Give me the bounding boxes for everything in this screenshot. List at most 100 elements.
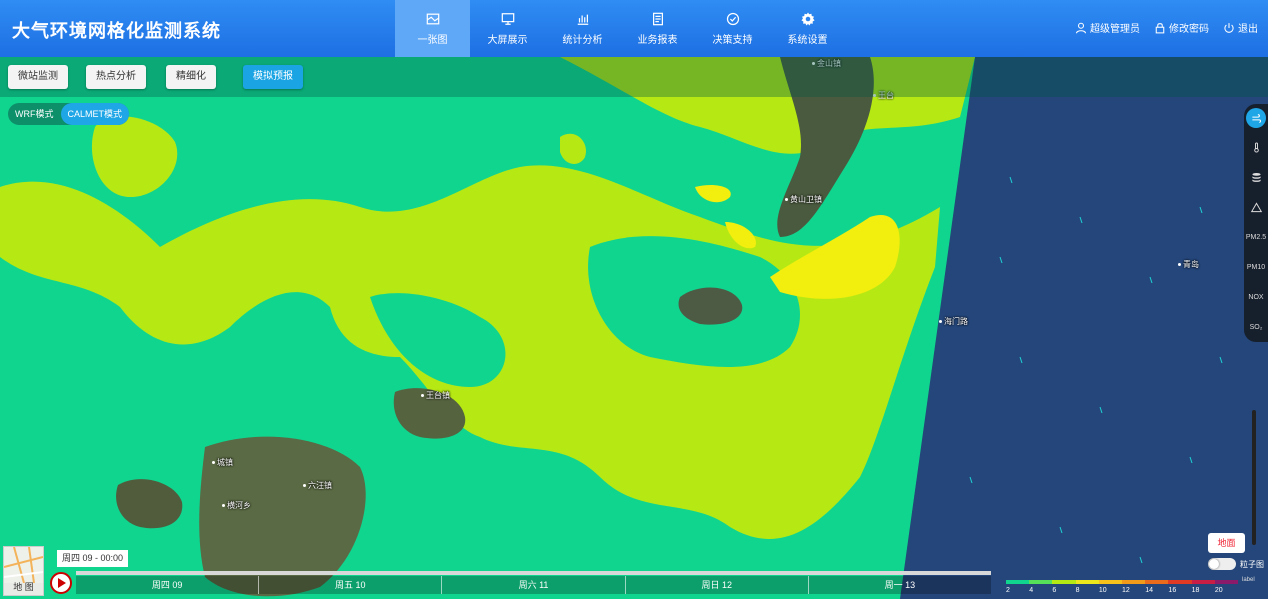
legend-tick: 10 bbox=[1098, 587, 1107, 594]
lock-icon bbox=[1155, 22, 1165, 33]
pm10-icon[interactable]: PM10 bbox=[1244, 255, 1268, 279]
legend-tick: 12 bbox=[1122, 587, 1130, 594]
legend-swatch bbox=[1052, 580, 1076, 584]
feature-toolbar: 微站监测 热点分析 精细化 模拟预报 bbox=[0, 57, 1268, 97]
legend-unit: label bbox=[1242, 577, 1255, 583]
nav-label: 系统设置 bbox=[787, 34, 828, 46]
rail-wind[interactable] bbox=[1244, 106, 1268, 130]
hotspot-analysis-button[interactable]: 热点分析 bbox=[86, 65, 146, 89]
legend-ticks: 2 4 6 8 10 12 14 16 18 20 bbox=[1006, 587, 1238, 594]
nav-item-report[interactable]: 业务报表 bbox=[620, 0, 695, 57]
place-label: 横河乡 bbox=[222, 500, 251, 511]
logout-link[interactable]: 退出 bbox=[1223, 20, 1258, 35]
legend-swatch bbox=[1191, 580, 1215, 584]
legend-swatch bbox=[1214, 580, 1239, 584]
user-name: 超级管理员 bbox=[1090, 24, 1140, 35]
map-icon bbox=[426, 13, 439, 24]
bar-chart-icon bbox=[577, 14, 588, 25]
nav-item-settings[interactable]: 系统设置 bbox=[770, 0, 845, 57]
logout-label: 退出 bbox=[1238, 24, 1258, 35]
timeline-day[interactable]: 周五 10 bbox=[259, 576, 443, 594]
legend-swatch bbox=[1075, 580, 1099, 584]
basemap-label: 地 图 bbox=[13, 582, 34, 592]
main-nav: 一张图 大屏展示 统计分析 业务报表 决策支持 系统设置 bbox=[395, 0, 845, 57]
change-password-link[interactable]: 修改密码 bbox=[1154, 20, 1209, 35]
particle-label: 粒子图 bbox=[1240, 559, 1264, 569]
nav-item-decision[interactable]: 决策支持 bbox=[695, 0, 770, 57]
wind-icon bbox=[1251, 113, 1261, 123]
basemap-thumbnail-icon bbox=[3, 546, 44, 584]
triangle-icon bbox=[1250, 201, 1262, 212]
timeline-day[interactable]: 周四 09 bbox=[76, 576, 260, 594]
simulation-forecast-button[interactable]: 模拟预报 bbox=[243, 65, 303, 89]
current-time-badge: 周四 09 - 00:00 bbox=[57, 550, 129, 567]
monitor-icon bbox=[501, 12, 514, 25]
place-label: 六汪镇 bbox=[303, 480, 332, 491]
nav-label: 统计分析 bbox=[562, 34, 603, 46]
place-label: 青岛 bbox=[1178, 259, 1199, 270]
power-icon bbox=[1224, 22, 1234, 33]
place-label: 城镇 bbox=[212, 457, 233, 468]
legend-tick: 16 bbox=[1168, 587, 1177, 594]
micro-station-button[interactable]: 微站监测 bbox=[8, 65, 68, 89]
place-label: 海门路 bbox=[939, 316, 968, 327]
nox-icon[interactable]: NOX bbox=[1244, 285, 1268, 309]
timeline-day[interactable]: 周六 11 bbox=[442, 576, 626, 594]
timeline-day[interactable]: 周日 12 bbox=[626, 576, 809, 594]
legend-tick: 4 bbox=[1029, 587, 1034, 594]
nav-label: 决策支持 bbox=[712, 34, 753, 46]
report-icon bbox=[652, 12, 663, 25]
wrf-mode-option[interactable]: WRF模式 bbox=[8, 103, 61, 125]
nav-item-screen[interactable]: 大屏展示 bbox=[470, 0, 545, 57]
nav-item-stats[interactable]: 统计分析 bbox=[545, 0, 620, 57]
pm25-icon[interactable]: PM2.5 bbox=[1244, 225, 1268, 249]
nav-label: 业务报表 bbox=[637, 34, 678, 46]
legend-swatch bbox=[1029, 580, 1053, 584]
thermometer-icon bbox=[1253, 142, 1259, 153]
timeline-day[interactable]: 周一 13 bbox=[809, 576, 991, 594]
legend-tick: 2 bbox=[1006, 587, 1010, 594]
app-title: 大气环境网格化监测系统 bbox=[12, 21, 221, 41]
calmet-mode-option[interactable]: CALMET模式 bbox=[60, 103, 130, 125]
nav-label: 大屏展示 bbox=[487, 34, 528, 46]
model-mode-switch: WRF模式 CALMET模式 bbox=[8, 103, 130, 125]
refined-button[interactable]: 精细化 bbox=[166, 65, 216, 89]
rail-temperature[interactable] bbox=[1244, 135, 1268, 159]
timeline-days: 周四 09 周五 10 周六 11 周日 12 周一 13 bbox=[76, 576, 991, 594]
place-label: 王台镇 bbox=[421, 390, 450, 401]
timeline-track[interactable] bbox=[76, 571, 991, 575]
app-header: 大气环境网格化监测系统 一张图 大屏展示 统计分析 业务报表 决策支持 系统设置 bbox=[0, 0, 1268, 57]
surface-level-tag[interactable]: 地面 bbox=[1208, 533, 1245, 553]
legend-tick: 20 bbox=[1214, 587, 1223, 594]
layers-icon bbox=[1251, 172, 1261, 182]
rail-layers[interactable] bbox=[1244, 165, 1268, 189]
legend-swatch bbox=[1098, 580, 1123, 584]
legend-tick: 14 bbox=[1145, 587, 1154, 594]
check-circle-icon bbox=[726, 12, 739, 25]
particle-toggle-row: 粒子图 bbox=[1208, 558, 1264, 570]
user-bar: 超级管理员 修改密码 退出 bbox=[1061, 20, 1258, 35]
particle-toggle[interactable] bbox=[1208, 558, 1236, 570]
legend-tick: 6 bbox=[1052, 587, 1057, 594]
legend-swatch bbox=[1122, 580, 1146, 584]
legend-tick: 18 bbox=[1191, 587, 1200, 594]
play-button[interactable] bbox=[50, 572, 72, 594]
basemap-switcher[interactable]: 地 图 bbox=[3, 546, 44, 596]
level-scrollbar[interactable] bbox=[1252, 410, 1256, 545]
change-password-label: 修改密码 bbox=[1169, 24, 1209, 35]
place-label: 黄山卫镇 bbox=[785, 194, 822, 205]
so2-icon[interactable]: SO₂ bbox=[1244, 315, 1268, 339]
legend-swatch bbox=[1168, 580, 1192, 584]
gear-icon bbox=[800, 11, 815, 25]
nav-label: 一张图 bbox=[417, 34, 448, 46]
user-account[interactable]: 超级管理员 bbox=[1075, 20, 1140, 35]
legend-swatch bbox=[1006, 580, 1030, 584]
legend-tick: 8 bbox=[1075, 587, 1080, 594]
layer-rail: PM2.5 PM10 NOX SO₂ bbox=[1244, 104, 1268, 342]
concentration-field bbox=[0, 57, 1268, 599]
map-view[interactable]: 金山镇 王台 黄山卫镇 王台镇 六汪镇 横河乡 城镇 青岛 海门路 bbox=[0, 57, 1268, 599]
rail-terrain[interactable] bbox=[1244, 195, 1268, 219]
nav-item-map[interactable]: 一张图 bbox=[395, 0, 470, 57]
concentration-legend: 2 4 6 8 10 12 14 16 18 20 label bbox=[1006, 577, 1255, 599]
legend-swatch bbox=[1145, 580, 1169, 584]
